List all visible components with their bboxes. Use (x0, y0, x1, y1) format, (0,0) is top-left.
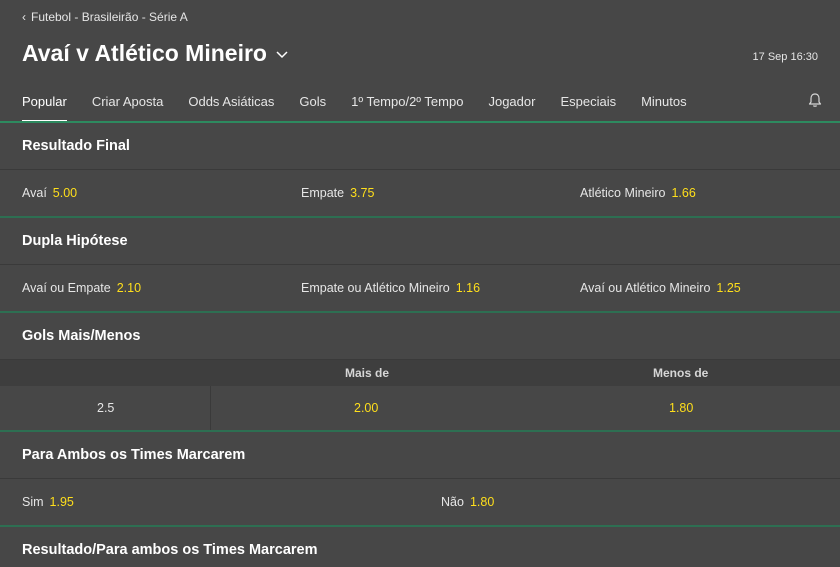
odd-value[interactable]: 1.95 (50, 495, 74, 509)
selection-nao[interactable]: Não 1.80 (441, 495, 494, 509)
odd-value[interactable]: 1.80 (470, 495, 494, 509)
selection-label: Empate (301, 186, 345, 200)
odd-under[interactable]: 1.80 (669, 401, 693, 415)
tab-tempos[interactable]: 1º Tempo/2º Tempo (351, 88, 463, 122)
selection-avai[interactable]: Avaí 5.00 (22, 186, 77, 200)
tab-popular[interactable]: Popular (22, 88, 67, 122)
selection-label: Não (441, 495, 464, 509)
odd-value[interactable]: 3.75 (350, 186, 374, 200)
tab-minutos[interactable]: Minutos (641, 88, 687, 122)
chevron-left-icon: ‹ (22, 10, 26, 24)
tab-criar-aposta[interactable]: Criar Aposta (92, 88, 164, 122)
tab-gols[interactable]: Gols (299, 88, 326, 122)
odd-value[interactable]: 2.10 (117, 281, 141, 295)
selection-avai-ou-atletico[interactable]: Avaí ou Atlético Mineiro 1.25 (580, 281, 741, 295)
breadcrumb-text: Futebol - Brasileirão - Série A (31, 10, 188, 24)
odd-value[interactable]: 1.66 (671, 186, 695, 200)
selection-label: Avaí ou Atlético Mineiro (580, 281, 711, 295)
market-title-dupla-hipotese[interactable]: Dupla Hipótese (0, 218, 840, 265)
event-datetime: 17 Sep 16:30 (752, 51, 818, 63)
page: ‹ Futebol - Brasileirão - Série A Avaí v… (0, 0, 840, 567)
event-header: ‹ Futebol - Brasileirão - Série A Avaí v… (0, 0, 840, 122)
odd-value[interactable]: 1.25 (716, 281, 740, 295)
bell-icon[interactable] (807, 92, 823, 108)
selection-empate[interactable]: Empate 3.75 (301, 186, 374, 200)
selection-atletico-mineiro[interactable]: Atlético Mineiro 1.66 (580, 186, 696, 200)
selection-label: Atlético Mineiro (580, 186, 666, 200)
goal-line: 2.5 (97, 401, 115, 415)
odd-over[interactable]: 2.00 (354, 401, 378, 415)
over-under-header: Mais de Menos de (0, 360, 840, 386)
selection-avai-ou-empate[interactable]: Avaí ou Empate 2.10 (22, 281, 141, 295)
over-under-row: 2.5 2.00 1.80 (0, 386, 840, 430)
tab-jogador[interactable]: Jogador (488, 88, 535, 122)
market-row-dupla-hipotese: Avaí ou Empate 2.10 Empate ou Atlético M… (0, 265, 840, 311)
selection-label: Sim (22, 495, 44, 509)
selection-label: Empate ou Atlético Mineiro (301, 281, 450, 295)
event-title[interactable]: Avaí v Atlético Mineiro (22, 40, 289, 67)
market-row-resultado-final: Avaí 5.00 Empate 3.75 Atlético Mineiro 1… (0, 170, 840, 216)
chevron-down-icon (276, 50, 288, 58)
market-title-gols-mais-menos[interactable]: Gols Mais/Menos (0, 313, 840, 360)
market-title-resultado-final[interactable]: Resultado Final (0, 123, 840, 170)
selection-label: Avaí ou Empate (22, 281, 111, 295)
column-divider (210, 386, 211, 430)
column-header-over: Mais de (345, 366, 390, 380)
market-title-resultado-ambos[interactable]: Resultado/Para ambos os Times Marcarem (0, 527, 840, 567)
markets-list: Resultado Final Avaí 5.00 Empate 3.75 At… (0, 123, 840, 567)
breadcrumb[interactable]: ‹ Futebol - Brasileirão - Série A (22, 10, 188, 24)
market-row-ambos-marcam: Sim 1.95 Não 1.80 (0, 479, 840, 525)
selection-empate-ou-atletico[interactable]: Empate ou Atlético Mineiro 1.16 (301, 281, 480, 295)
tab-odds-asiaticas[interactable]: Odds Asiáticas (188, 88, 274, 122)
odd-value[interactable]: 1.16 (456, 281, 480, 295)
market-tabs: Popular Criar Aposta Odds Asiáticas Gols… (0, 88, 840, 122)
column-header-under: Menos de (653, 366, 709, 380)
event-title-text: Avaí v Atlético Mineiro (22, 40, 267, 66)
market-title-ambos-marcam[interactable]: Para Ambos os Times Marcarem (0, 432, 840, 479)
tab-especiais[interactable]: Especiais (560, 88, 616, 122)
selection-label: Avaí (22, 186, 47, 200)
odd-value[interactable]: 5.00 (53, 186, 77, 200)
selection-sim[interactable]: Sim 1.95 (22, 495, 74, 509)
